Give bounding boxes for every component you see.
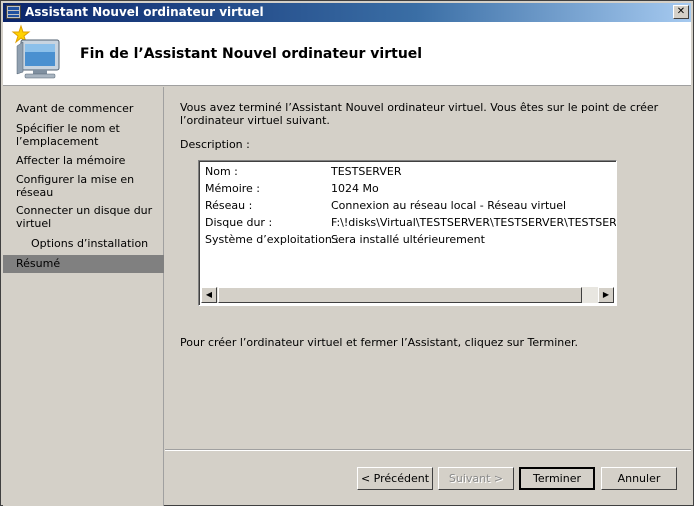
summary-value: 1024 Mo — [331, 182, 379, 195]
summary-key: Système d’exploitation : — [205, 233, 339, 246]
sidebar-item-disque-dur[interactable]: Connecter un disque dur virtuel — [16, 204, 156, 230]
virtual-server-icon — [6, 5, 21, 19]
cancel-button[interactable]: Annuler — [601, 467, 677, 490]
finish-instructions: Pour créer l’ordinateur virtuel et ferme… — [180, 336, 579, 349]
computer-wizard-icon — [11, 24, 60, 79]
scroll-left-arrow-icon[interactable]: ◀ — [201, 287, 217, 303]
wizard-header: Fin de l’Assistant Nouvel ordinateur vir… — [3, 22, 691, 86]
summary-key: Nom : — [205, 165, 238, 178]
sidebar-item-resume[interactable]: Résumé — [3, 255, 164, 273]
summary-value: Sera installé ultérieurement — [331, 233, 485, 246]
sidebar-item-memoire[interactable]: Affecter la mémoire — [16, 154, 156, 167]
sidebar-item-avant-de-commencer[interactable]: Avant de commencer — [16, 102, 156, 115]
sidebar-item-reseau[interactable]: Configurer la mise en réseau — [16, 173, 156, 199]
summary-listbox[interactable]: Nom : TESTSERVER Mémoire : 1024 Mo Résea… — [198, 160, 617, 306]
sidebar-item-nom-emplacement[interactable]: Spécifier le nom et l’emplacement — [16, 122, 156, 148]
summary-value: F:\!disks\Virtual\TESTSERVER\TESTSERVER\… — [331, 216, 617, 229]
wizard-content: Vous avez terminé l’Assistant Nouvel ord… — [165, 87, 691, 449]
sidebar-item-options-installation[interactable]: Options d’installation — [31, 237, 171, 250]
wizard-window: Assistant Nouvel ordinateur virtuel ✕ Fi… — [0, 0, 694, 506]
previous-button[interactable]: < Précédent — [357, 467, 433, 490]
description-label: Description : — [180, 138, 250, 151]
summary-key: Mémoire : — [205, 182, 261, 195]
button-bar: < Précédent Suivant > Terminer Annuler — [165, 449, 691, 505]
finish-button[interactable]: Terminer — [519, 467, 595, 490]
page-title: Fin de l’Assistant Nouvel ordinateur vir… — [80, 46, 423, 62]
summary-value: Connexion au réseau local - Réseau virtu… — [331, 199, 567, 212]
summary-value: TESTSERVER — [331, 165, 402, 178]
close-button[interactable]: ✕ — [673, 5, 689, 19]
window-title: Assistant Nouvel ordinateur virtuel — [25, 5, 264, 19]
next-button[interactable]: Suivant > — [438, 467, 514, 490]
scrollbar-thumb[interactable] — [218, 287, 582, 303]
scroll-right-arrow-icon[interactable]: ▶ — [598, 287, 614, 303]
title-bar[interactable]: Assistant Nouvel ordinateur virtuel ✕ — [3, 3, 691, 22]
horizontal-scrollbar[interactable]: ◀ ▶ — [201, 287, 614, 303]
summary-key: Réseau : — [205, 199, 253, 212]
summary-key: Disque dur : — [205, 216, 273, 229]
intro-text: Vous avez terminé l’Assistant Nouvel ord… — [180, 101, 659, 127]
wizard-steps-sidebar: Avant de commencer Spécifier le nom et l… — [3, 87, 164, 506]
